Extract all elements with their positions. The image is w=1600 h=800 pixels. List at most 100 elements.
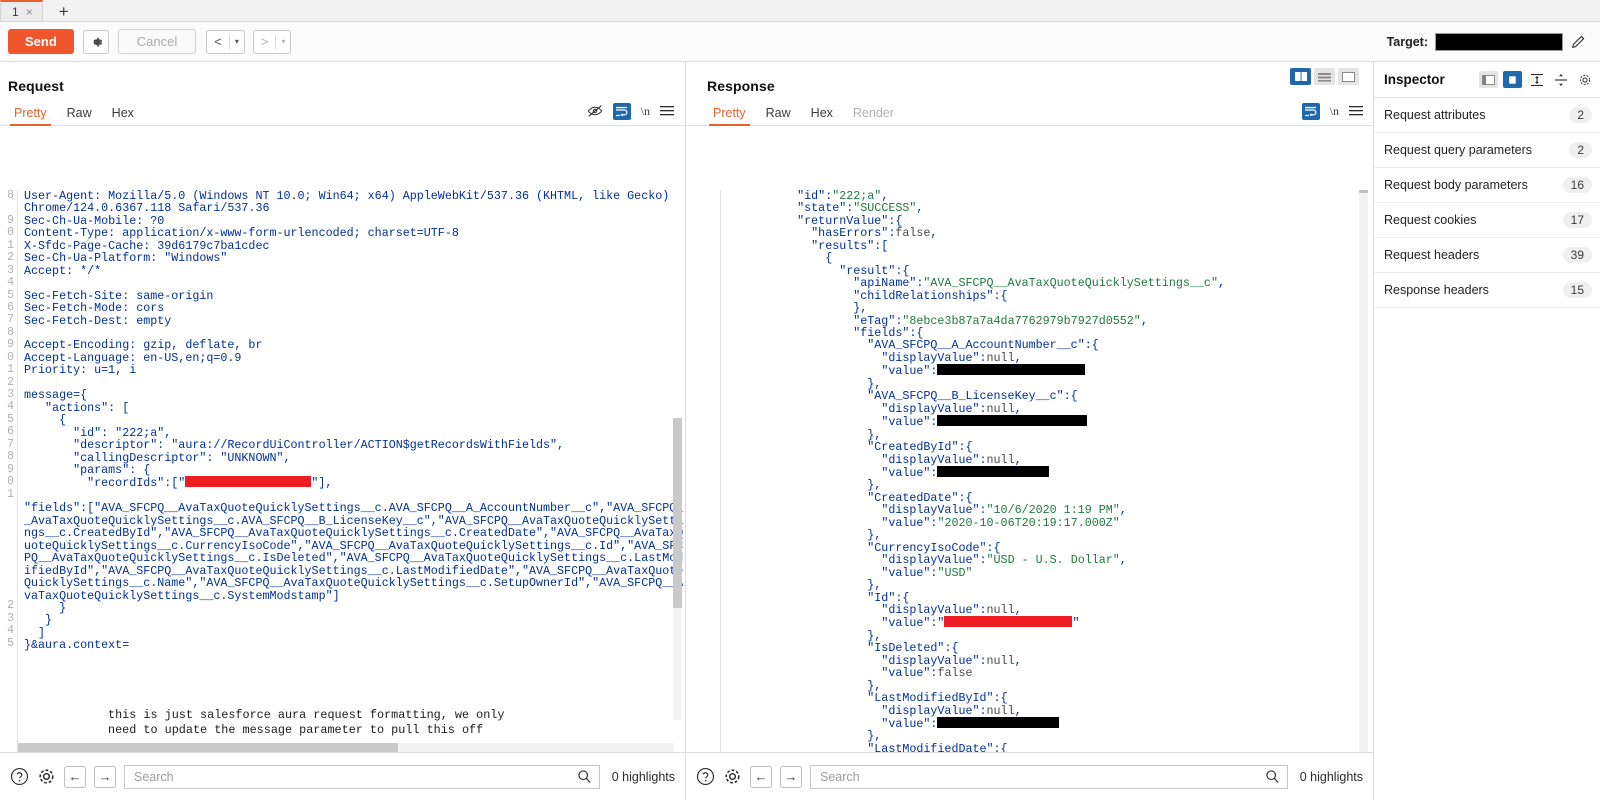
- arrow-right-icon[interactable]: →: [780, 766, 802, 788]
- inspector-row[interactable]: Response headers15: [1374, 273, 1600, 308]
- code-line: [24, 664, 684, 676]
- code-line: "CreatedById":{: [727, 441, 1373, 453]
- code-line: },: [727, 579, 1373, 591]
- response-search-box[interactable]: [810, 765, 1288, 789]
- new-tab-button[interactable]: +: [53, 3, 75, 20]
- line-number: [0, 725, 17, 737]
- list-view-icon[interactable]: [1314, 68, 1335, 85]
- history-back-group[interactable]: < ▾: [206, 30, 245, 54]
- history-back-button[interactable]: <: [207, 31, 229, 53]
- pencil-icon[interactable]: [1570, 34, 1586, 50]
- line-number: 4: [0, 625, 17, 637]
- newline-icon[interactable]: \n: [641, 104, 650, 119]
- scrollbar-thumb[interactable]: [673, 418, 682, 608]
- help-icon[interactable]: [696, 767, 715, 786]
- line-number: [0, 551, 17, 563]
- gear-icon[interactable]: [83, 30, 109, 54]
- word-wrap-icon[interactable]: [613, 103, 631, 120]
- line-number: [0, 700, 17, 712]
- history-forward-button[interactable]: >: [254, 31, 276, 53]
- redaction-box: [185, 476, 311, 487]
- response-tabs: Pretty Raw Hex Render \n: [686, 100, 1373, 126]
- line-number: 1: [0, 489, 17, 501]
- code-line: {: [24, 414, 684, 426]
- repeater-tab-1[interactable]: 1 ×: [0, 0, 43, 21]
- code-line: Content-Type: application/x-www-form-url…: [24, 227, 684, 239]
- response-code[interactable]: "id":"222;a", "state":"SUCCESS", "return…: [721, 190, 1373, 752]
- line-number: 5: [0, 638, 17, 650]
- request-code[interactable]: User-Agent: Mozilla/5.0 (Windows NT 10.0…: [18, 190, 684, 752]
- arrow-left-icon[interactable]: ←: [64, 766, 86, 788]
- expand-all-icon[interactable]: [1527, 71, 1546, 88]
- search-input[interactable]: [132, 769, 577, 785]
- collapse-all-icon[interactable]: [1551, 71, 1570, 88]
- response-highlights-count: 0 highlights: [1296, 770, 1363, 784]
- code-line: "LastModifiedDate":{: [727, 743, 1373, 752]
- scrollbar-thumb[interactable]: [1359, 190, 1368, 193]
- code-line: "apiName":"AVA_SFCPQ__AvaTaxQuoteQuickly…: [727, 277, 1373, 289]
- request-annotation: this is just salesforce aura request for…: [108, 708, 504, 738]
- inspector-row[interactable]: Request headers39: [1374, 238, 1600, 273]
- request-horizontal-scrollbar[interactable]: [18, 743, 674, 752]
- tab-label: 1: [12, 5, 19, 19]
- inspector-row[interactable]: Request query parameters2: [1374, 133, 1600, 168]
- close-icon[interactable]: ×: [26, 6, 33, 18]
- history-forward-group[interactable]: > ▾: [253, 30, 292, 54]
- redaction-box: [937, 717, 1059, 728]
- newline-icon[interactable]: \n: [1330, 104, 1339, 119]
- scrollbar-thumb[interactable]: [18, 743, 398, 752]
- action-bar: Send Cancel < ▾ > ▾ Target:: [0, 22, 1600, 62]
- word-wrap-icon[interactable]: [1302, 103, 1320, 120]
- inspector-row[interactable]: Request cookies17: [1374, 203, 1600, 238]
- single-view-icon[interactable]: [1338, 68, 1359, 85]
- tab-response-raw[interactable]: Raw: [756, 106, 801, 125]
- menu-icon[interactable]: [660, 105, 674, 117]
- tab-request-raw[interactable]: Raw: [57, 106, 102, 125]
- search-icon[interactable]: [577, 769, 592, 784]
- tab-request-pretty[interactable]: Pretty: [4, 106, 57, 125]
- eye-slash-icon[interactable]: [587, 104, 603, 118]
- code-line: "value":: [727, 415, 1373, 428]
- code-line: },: [727, 529, 1373, 541]
- line-number: 8: [0, 190, 17, 202]
- gear-icon[interactable]: [1575, 71, 1594, 88]
- arrow-right-icon[interactable]: →: [94, 766, 116, 788]
- tab-response-pretty[interactable]: Pretty: [703, 106, 756, 125]
- code-line: Sec-Ch-Ua-Platform: "Windows": [24, 252, 684, 264]
- request-vertical-scrollbar[interactable]: [673, 418, 682, 720]
- help-icon[interactable]: [10, 767, 29, 786]
- search-icon[interactable]: [1265, 769, 1280, 784]
- code-line: ngs__c.CreatedById","AVA_SFCPQ__AvaTaxQu…: [24, 527, 684, 539]
- request-search-box[interactable]: [124, 765, 600, 789]
- tab-response-hex[interactable]: Hex: [801, 106, 843, 125]
- gear-icon[interactable]: [723, 767, 742, 786]
- cancel-button[interactable]: Cancel: [118, 29, 196, 54]
- arrow-left-icon[interactable]: ←: [750, 766, 772, 788]
- request-editor[interactable]: 8901234567890123456789012345 User-Agent:…: [0, 190, 684, 752]
- chevron-down-icon[interactable]: ▾: [276, 37, 290, 46]
- line-number: 0: [0, 227, 17, 239]
- search-input[interactable]: [818, 769, 1265, 785]
- line-number: [0, 663, 17, 675]
- tab-request-hex[interactable]: Hex: [102, 106, 144, 125]
- chevron-down-icon[interactable]: ▾: [230, 37, 244, 46]
- inspector-row[interactable]: Request attributes2: [1374, 98, 1600, 133]
- split-view-icon[interactable]: [1290, 68, 1311, 85]
- line-number: [0, 688, 17, 700]
- panel-right-icon[interactable]: [1503, 71, 1522, 88]
- inspector-row-count: 17: [1563, 212, 1592, 228]
- tab-response-render[interactable]: Render: [843, 106, 904, 125]
- menu-icon[interactable]: [1349, 105, 1363, 117]
- line-number: 9: [0, 339, 17, 351]
- inspector-row[interactable]: Request body parameters16: [1374, 168, 1600, 203]
- repeater-tab-strip: 1 × +: [0, 0, 1600, 22]
- line-number: 8: [0, 451, 17, 463]
- code-line: "fields":["AVA_SFCPQ__AvaTaxQuoteQuickly…: [24, 502, 684, 514]
- code-line: }: [24, 602, 684, 614]
- send-button[interactable]: Send: [8, 29, 74, 54]
- response-editor[interactable]: "id":"222;a", "state":"SUCCESS", "return…: [703, 190, 1373, 752]
- line-number: [0, 501, 17, 513]
- panel-left-icon[interactable]: [1479, 71, 1498, 88]
- response-vertical-scrollbar[interactable]: [1359, 190, 1368, 752]
- gear-icon[interactable]: [37, 767, 56, 786]
